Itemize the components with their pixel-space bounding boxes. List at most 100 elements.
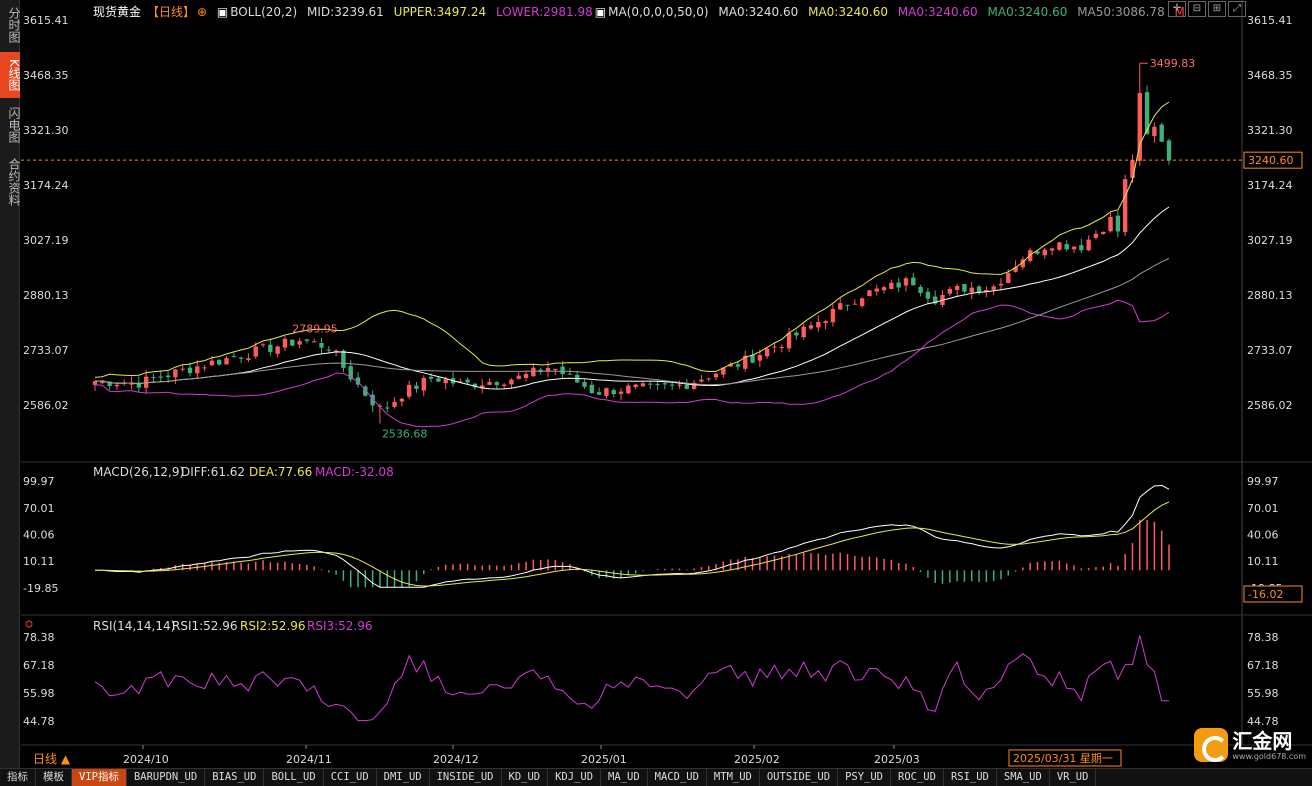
price-tick-right: 3468.35 [1247,69,1293,82]
indicator-tab-kd-ud[interactable]: KD_UD [502,769,549,786]
boll-upper: UPPER:3497.24 [393,5,487,19]
candle-body [706,378,711,380]
candle-body [436,378,441,382]
indicator-tab-macd-ud[interactable]: MACD_UD [648,769,707,786]
candle-body [954,285,960,291]
period-tag[interactable]: 【日线】 [147,5,195,19]
price-tick-left: 3321.30 [23,124,69,137]
indicator-tab-dmi-ud[interactable]: DMI_UD [377,769,430,786]
candle-body [531,367,536,377]
chart-area[interactable]: 3615.41 3615.41 3468.35 3468.35 3321.30 3321.… [21,0,1312,768]
candle-body [779,346,784,348]
indicator-tab-ma-ud[interactable]: MA_UD [601,769,648,786]
candle-body [772,346,777,348]
candle-body [874,288,879,292]
candle-body [1049,248,1055,251]
logo-url: www.gold678.com [1232,751,1306,761]
time-label: 2025/03 [874,753,920,766]
candle-body [794,332,799,336]
rsi-tick-right: 78.38 [1247,631,1279,644]
candle-body [626,385,631,394]
tab-kline[interactable]: K线图 [0,52,21,98]
price-tick-left: 3027.19 [23,234,69,247]
indicator-tab-outside-ud[interactable]: OUTSIDE_UD [760,769,839,786]
ma0-value-c: MA0:3240.60 [897,5,978,19]
candle-body [238,357,244,359]
indicator-header: 现货黄金 【日线】 ⊕ ▣ BOLL(20,2) MID:3239.61 UPPER:… [93,3,1191,20]
rsi-tick-left: 78.38 [23,631,55,644]
current-price-label: 3240.60 [1248,154,1294,167]
candle-body [1064,244,1069,250]
candle-body [319,343,324,348]
price-tick-right: 2586.02 [1247,399,1293,412]
candle-body [553,368,558,370]
candle-body [867,290,872,297]
add-indicator-icon[interactable]: ⊕ [197,5,207,19]
rsi1-value: RSI1:52.96 [172,619,238,633]
indicator-tab-rsi-ud[interactable]: RSI_UD [944,769,997,786]
kline-chart[interactable]: 3615.41 3615.41 3468.35 3468.35 3321.30 3321.… [21,0,1312,768]
time-label: 2024/12 [433,753,479,766]
indicator-tab--[interactable]: 模板 [36,769,72,786]
rsi-tick-left: 67.18 [23,659,55,672]
chart-toolbar: ✛ ⊟ ⊞ ⤢ [1168,1,1246,17]
ma0-value-a: MA0:3240.60 [718,5,799,19]
candle-body [253,346,258,357]
ma-icon[interactable]: ▣ [595,5,606,19]
candle-body [1101,231,1106,234]
indicator-tab-kdj-ud[interactable]: KDJ_UD [548,769,602,786]
rsi-tick-right: 67.18 [1247,659,1279,672]
tab-contract-info[interactable]: 合约资料 [0,152,21,212]
rsi3-value: RSI3:52.96 [307,619,373,633]
candle-body [611,390,616,395]
indicator-tab-inside-ud[interactable]: INSIDE_UD [430,769,502,786]
tab-intraday[interactable]: 分时图 [0,2,21,48]
candle-body [217,359,222,365]
candle-body [399,398,405,402]
candle-body [889,282,894,289]
tab-flash[interactable]: 闪电图 [0,102,21,148]
indicator-tab-barupdn-ud[interactable]: BARUPDN_UD [127,769,206,786]
boll-icon[interactable]: ▣ [217,5,228,19]
indicator-tab-psy-ud[interactable]: PSY_UD [838,769,892,786]
rsi-tick-right: 55.98 [1247,687,1279,700]
indicator-tab-sma-ud[interactable]: SMA_UD [997,769,1050,786]
candle-body [516,375,521,379]
indicator-tab-bias-ud[interactable]: BIAS_UD [205,769,265,786]
price-tick-left: 3615.41 [23,14,69,27]
candle-body [195,366,200,374]
candle-body [998,283,1004,286]
candle-body [845,304,850,306]
fullscreen-icon[interactable]: ⤢ [1228,1,1246,17]
candle-body [677,384,682,386]
candle-body [421,377,426,391]
zoom-in-icon[interactable]: ⊞ [1208,1,1226,17]
indicator-tab-mtm-ud[interactable]: MTM_UD [707,769,760,786]
ma-label: MA(0,0,0,0,50,0) [608,5,709,19]
candle-body [268,344,273,352]
boll-mid: MID:3239.61 [307,5,384,19]
candle-body [750,354,755,363]
zoom-out-icon[interactable]: ⊟ [1188,1,1206,17]
candle-body [903,278,909,286]
rsi-tick-right: 44.78 [1247,715,1279,728]
candle-body [304,339,310,341]
logo-text: 汇金网 [1232,728,1293,753]
indicator-tab-cci-ud[interactable]: CCI_UD [324,769,377,786]
candle-body [1115,215,1121,232]
cursor-date-label: 2025/03/31 星期一 [1013,752,1113,765]
indicator-tab-vip-[interactable]: VIP指标 [72,769,127,786]
candle-body [1122,179,1128,233]
macd-tick-right: 70.01 [1247,502,1279,515]
indicator-tab--[interactable]: 指标 [0,769,36,786]
indicator-tab-boll-ud[interactable]: BOLL_UD [264,769,324,786]
candle-body [92,381,98,385]
candle-body [838,303,843,310]
macd-value: MACD:-32.08 [315,465,394,479]
indicator-tab-roc-ud[interactable]: ROC_UD [891,769,944,786]
ma50-value: MA50:3086.78 [1077,5,1165,19]
crosshair-icon[interactable]: ✛ [1168,1,1186,17]
price-tick-right: 3174.24 [1247,179,1293,192]
candle-body [852,303,858,305]
indicator-tab-vr-ud[interactable]: VR_UD [1050,769,1097,786]
